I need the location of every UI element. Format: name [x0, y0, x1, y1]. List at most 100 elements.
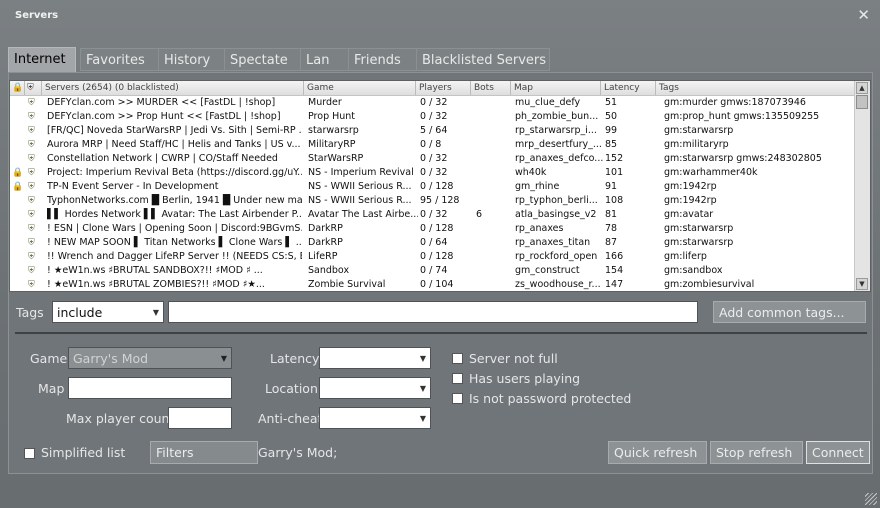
scroll-up-icon[interactable]: ▲: [856, 82, 868, 94]
table-row[interactable]: ⛨ ! NEW MAP SOON ▌ Titan Networks ▌ Clone…: [10, 236, 856, 250]
server-map: gm_construct: [515, 265, 580, 276]
scroll-down-icon[interactable]: ▼: [856, 278, 868, 290]
table-row[interactable]: ⛨ DEFYclan.com >> Prop Hunt << [FastDL | …: [10, 110, 856, 124]
server-bots: [476, 138, 512, 152]
server-name: Aurora MRP | Need Staff/HC | Helis and T…: [47, 139, 301, 150]
tags-input[interactable]: [168, 301, 698, 323]
server-game: Zombie Survival: [308, 279, 386, 290]
tab-favorites[interactable]: Favorites: [80, 48, 160, 71]
max-player-count-input[interactable]: [168, 407, 232, 429]
server-game: LifeRP: [308, 251, 338, 262]
connect-button[interactable]: Connect: [806, 441, 870, 464]
resize-grip-icon[interactable]: [865, 493, 877, 505]
chevron-down-icon: ▼: [419, 414, 426, 423]
server-map: rp_rockford_open: [515, 251, 598, 262]
header-game[interactable]: Game: [304, 81, 416, 95]
server-latency: 108: [605, 195, 624, 206]
tab-spectate[interactable]: Spectate: [224, 48, 302, 71]
lock-icon: [12, 236, 22, 250]
tags-mode-select[interactable]: include ▼: [52, 301, 164, 323]
tab-lan[interactable]: Lan: [300, 48, 350, 71]
server-players: 0 / 74: [420, 265, 448, 276]
has-users-playing-checkbox[interactable]: [452, 373, 463, 384]
quick-refresh-button[interactable]: Quick refresh: [608, 441, 707, 464]
table-row[interactable]: ⛨ Constellation Network | CWRP | CO/Staff…: [10, 152, 856, 166]
server-players: 0 / 104: [420, 279, 454, 290]
tab-history[interactable]: History: [158, 48, 226, 71]
server-latency: 81: [605, 209, 618, 220]
table-row[interactable]: ⛨ ▌▌ Hordes Network ▌▌ Avatar: The Last A…: [10, 208, 856, 222]
server-game: DarkRP: [308, 237, 343, 248]
anti-cheat-select[interactable]: ▼: [319, 407, 431, 429]
simplified-list-checkbox[interactable]: [24, 448, 35, 459]
server-name: !! Wrench and Dagger LifeRP Server !! (N…: [47, 251, 302, 262]
table-row[interactable]: ⛨ ! ESN | Clone Wars | Opening Soon | Dis…: [10, 222, 856, 236]
table-row[interactable]: ⛨ Aurora MRP | Need Staff/HC | Helis and …: [10, 138, 856, 152]
vac-column-icon[interactable]: ⛨: [25, 81, 42, 95]
server-map: rp_anaxes_defco...: [515, 153, 603, 164]
game-select[interactable]: Garry's Mod ▼: [68, 347, 232, 369]
tab-internet[interactable]: Internet: [8, 47, 76, 73]
server-players: 0 / 32: [420, 153, 448, 164]
tab-blacklisted-servers[interactable]: Blacklisted Servers: [416, 48, 550, 71]
table-row[interactable]: ⛨ ! ★eW1n.ws ♯BRUTAL ZOMBIES?!! ♯MOD ♯★..…: [10, 278, 856, 291]
latency-select[interactable]: ▼: [319, 347, 431, 369]
header-bots[interactable]: Bots: [471, 81, 511, 95]
latency-label: Latency: [270, 351, 320, 366]
table-row[interactable]: ⛨ ! ★eW1n.ws ♯BRUTAL SANDBOX?!! ♯MOD ♯ ..…: [10, 264, 856, 278]
server-name: ! ★eW1n.ws ♯BRUTAL ZOMBIES?!! ♯MOD ♯★...: [47, 279, 265, 290]
not-password-protected-checkbox[interactable]: [452, 393, 463, 404]
server-game: NS - Imperium Revival: [308, 167, 414, 178]
server-name: DEFYclan.com >> MURDER << [FastDL | !sho…: [47, 97, 276, 108]
server-name: ▌▌ Hordes Network ▌▌ Avatar: The Last Ai…: [47, 209, 302, 220]
table-row[interactable]: 🔒 ⛨ TP-N Event Server - In Development NS -…: [10, 180, 856, 194]
list-header: 🔒 ⛨ Servers (2654) (0 blacklisted) Game …: [10, 81, 856, 96]
server-game: MilitaryRP: [308, 139, 356, 150]
server-latency: 85: [605, 139, 618, 150]
vac-shield-icon: ⛨: [28, 224, 35, 234]
header-map[interactable]: Map: [511, 81, 601, 95]
server-map: mrp_desertfury_...: [515, 139, 602, 150]
stop-refresh-button[interactable]: Stop refresh: [710, 441, 803, 464]
server-not-full-checkbox[interactable]: [452, 353, 463, 364]
close-icon[interactable]: ✕: [857, 6, 870, 24]
map-input[interactable]: [68, 377, 232, 399]
tab-friends[interactable]: Friends: [348, 48, 418, 71]
server-latency: 78: [605, 223, 618, 234]
filter-summary: Garry's Mod;: [258, 445, 338, 460]
server-name: TyphonNetworks.com █ Berlin, 1941 █ Unde…: [47, 195, 302, 206]
header-tags[interactable]: Tags: [656, 81, 856, 95]
add-common-tags-button[interactable]: Add common tags...: [713, 301, 866, 323]
chevron-down-icon: ▼: [419, 384, 426, 393]
header-servers[interactable]: Servers (2654) (0 blacklisted): [42, 81, 304, 95]
header-players[interactable]: Players: [416, 81, 471, 95]
lock-column-icon[interactable]: 🔒: [10, 81, 25, 95]
filters-button[interactable]: Filters: [150, 441, 258, 464]
server-name: [FR/QC] Noveda StarWarsRP | Jedi Vs. Sit…: [47, 125, 302, 136]
table-row[interactable]: ⛨ TyphonNetworks.com █ Berlin, 1941 █ Und…: [10, 194, 856, 208]
server-latency: 50: [605, 111, 618, 122]
vac-shield-icon: ⛨: [28, 98, 35, 108]
server-list[interactable]: 🔒 ⛨ Servers (2654) (0 blacklisted) Game …: [9, 80, 871, 292]
vac-shield-icon: ⛨: [28, 126, 35, 136]
table-row[interactable]: ⛨ DEFYclan.com >> MURDER << [FastDL | !sh…: [10, 96, 856, 110]
header-latency[interactable]: Latency: [601, 81, 656, 95]
server-name: ! NEW MAP SOON ▌ Titan Networks ▌ Clone …: [47, 237, 302, 248]
server-bots: [476, 124, 512, 138]
location-select[interactable]: ▼: [319, 377, 431, 399]
scroll-thumb[interactable]: [856, 95, 868, 109]
server-game: StarWarsRP: [308, 153, 364, 164]
lock-icon: [12, 278, 22, 291]
table-row[interactable]: ⛨ !! Wrench and Dagger LifeRP Server !! (…: [10, 250, 856, 264]
vac-shield-icon: ⛨: [28, 112, 35, 122]
server-players: 0 / 8: [420, 139, 442, 150]
server-players: 0 / 32: [420, 209, 448, 220]
table-row[interactable]: 🔒 ⛨ Project: Imperium Revival Beta (https:…: [10, 166, 856, 180]
server-tags: gm:zombiesurvival: [664, 279, 755, 290]
chevron-down-icon: ▼: [419, 354, 426, 363]
server-map: ph_zombie_bun...: [515, 111, 599, 122]
server-latency: 101: [605, 167, 624, 178]
server-tags: gm:1942rp: [664, 181, 717, 192]
table-row[interactable]: ⛨ [FR/QC] Noveda StarWarsRP | Jedi Vs. Si…: [10, 124, 856, 138]
vertical-scrollbar[interactable]: ▲ ▼: [854, 81, 870, 291]
